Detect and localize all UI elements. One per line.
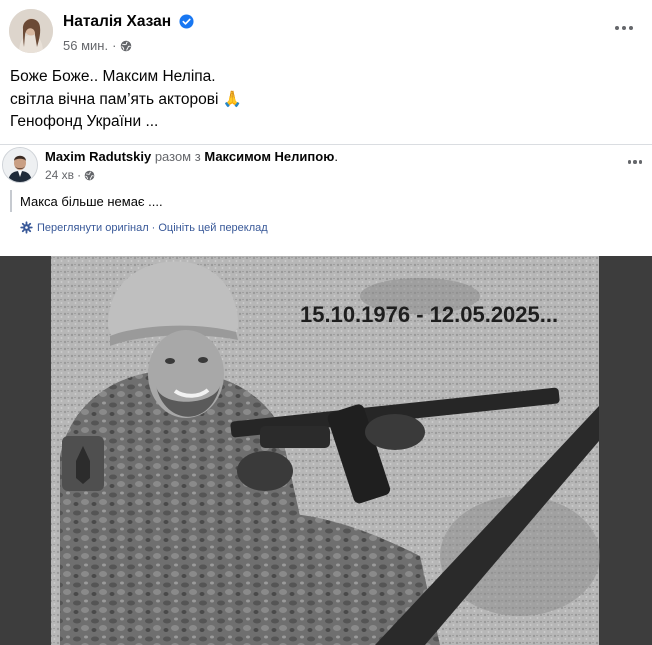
shared-author-name[interactable]: Maxim Radutskiy xyxy=(45,149,151,164)
tagged-person-link[interactable]: Максимом Нелипою xyxy=(204,149,334,164)
memorial-photo: 15.10.1976 - 12.05.2025... xyxy=(0,256,652,645)
shared-post-text: Макса більше немає .... xyxy=(20,194,163,209)
shared-post-header: Maxim Radutskiy разом з Максимом Нелипою… xyxy=(45,149,338,164)
more-options-icon[interactable] xyxy=(611,20,637,36)
rate-translation-link[interactable]: Оцініть цей переклад xyxy=(158,222,267,234)
globe-icon[interactable] xyxy=(120,40,132,52)
shared-author-avatar[interactable] xyxy=(2,147,38,183)
shared-timestamp[interactable]: 24 хв xyxy=(45,168,74,182)
translation-separator: · xyxy=(151,221,156,234)
memorial-dates: 15.10.1976 - 12.05.2025... xyxy=(300,302,558,327)
with-text: разом з xyxy=(154,149,201,164)
more-options-icon[interactable] xyxy=(624,155,646,169)
post-timestamp[interactable]: 56 мин. xyxy=(63,38,108,53)
post-body: Боже Боже.. Максим Неліпа. світла вічна … xyxy=(10,66,242,134)
verified-badge-icon xyxy=(179,14,194,29)
gear-icon xyxy=(20,221,33,234)
view-original-link[interactable]: Переглянути оригінал xyxy=(37,222,149,234)
post-text-line: світла вічна пам’ять акторові 🙏 xyxy=(10,90,243,108)
header-period: . xyxy=(334,149,338,164)
globe-icon[interactable] xyxy=(84,170,95,181)
translated-quote-bar xyxy=(10,190,12,212)
translation-row: Переглянути оригінал · Оцініть цей перек… xyxy=(20,221,268,234)
meta-separator: · xyxy=(77,168,82,182)
shared-post-meta: 24 хв · xyxy=(45,168,95,182)
post-text-line: Генофонд України ... xyxy=(10,113,159,130)
author-avatar[interactable] xyxy=(9,9,53,53)
post-photo[interactable]: 15.10.1976 - 12.05.2025... xyxy=(0,256,652,645)
shared-post-divider xyxy=(0,144,652,145)
author-name[interactable]: Наталія Хазан xyxy=(63,13,171,31)
meta-separator: · xyxy=(112,38,117,53)
post-text-line: Боже Боже.. Максим Неліпа. xyxy=(10,68,216,85)
post-meta: 56 мин. · xyxy=(63,38,132,53)
